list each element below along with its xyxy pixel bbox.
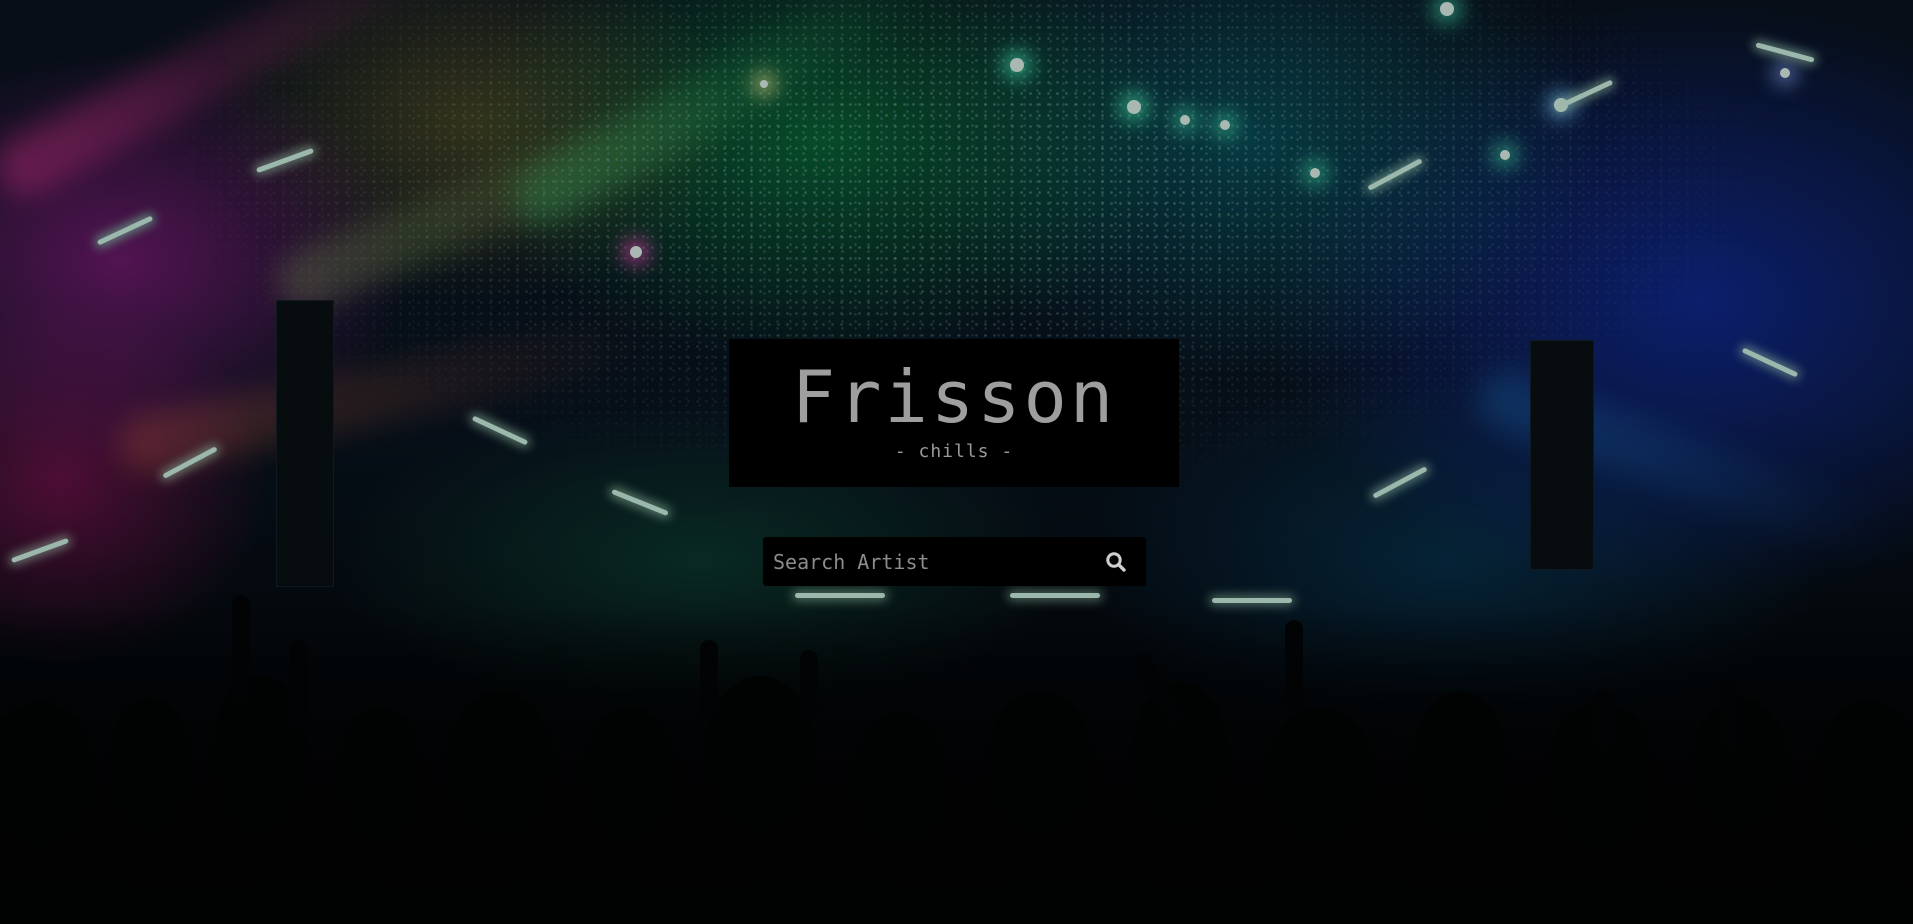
- site-title: Frisson: [791, 355, 1117, 439]
- page: Frisson - chills -: [0, 0, 1913, 924]
- search-input[interactable]: [763, 537, 1086, 586]
- artist-search-form: [763, 537, 1146, 586]
- site-tagline: - chills -: [894, 441, 1014, 462]
- search-button[interactable]: [1086, 537, 1146, 586]
- search-icon: [1106, 551, 1126, 572]
- title-card: Frisson - chills -: [729, 339, 1179, 487]
